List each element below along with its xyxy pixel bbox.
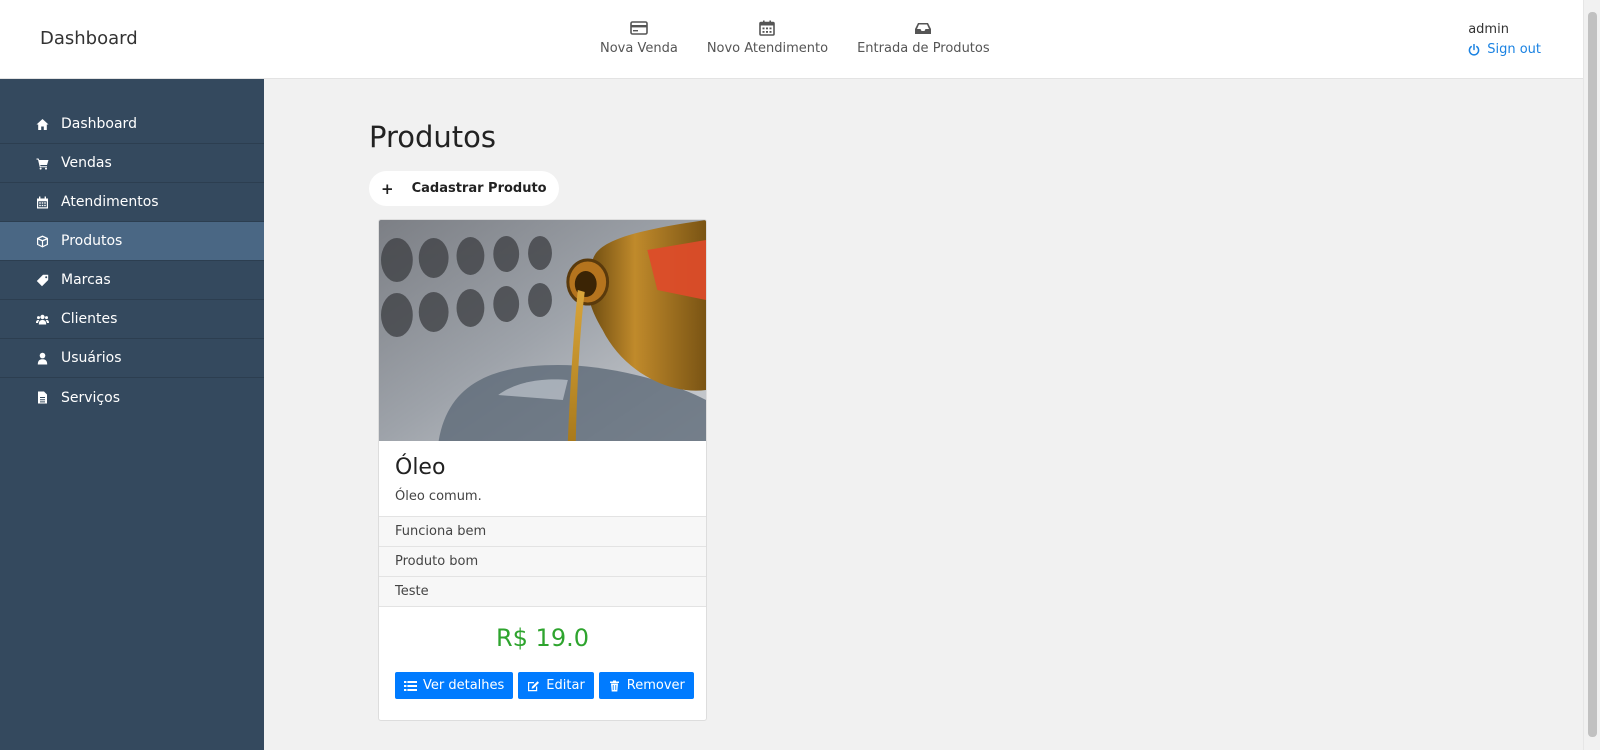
add-product-label: Cadastrar Produto	[411, 181, 547, 196]
user-icon	[37, 352, 48, 364]
sidebar-item-atendimentos[interactable]: Atendimentos	[0, 183, 264, 222]
product-actions: Ver detalhes Editar Remover	[379, 672, 706, 699]
product-card: Óleo Óleo comum. Funciona bem Produto bo…	[378, 219, 707, 721]
file-icon	[38, 391, 47, 404]
sidebar-item-label: Marcas	[61, 272, 111, 288]
quick-actions-nav: Nova Venda Novo Atendimento Entrada de P…	[600, 20, 1019, 56]
sidebar-item-label: Dashboard	[61, 116, 137, 132]
sidebar-item-label: Clientes	[61, 311, 118, 327]
product-name: Óleo	[395, 455, 446, 480]
product-feature: Produto bom	[379, 547, 706, 577]
home-icon	[36, 118, 49, 130]
nav-entrada-produtos[interactable]: Entrada de Produtos	[857, 20, 990, 56]
sidebar-item-label: Produtos	[61, 233, 123, 249]
user-menu: admin Sign out	[1468, 22, 1541, 57]
sidebar-item-dashboard[interactable]: Dashboard	[0, 105, 264, 144]
remove-label: Remover	[626, 678, 685, 693]
box-icon	[37, 235, 48, 247]
product-description: Óleo comum.	[395, 489, 482, 504]
sidebar-item-servicos[interactable]: Serviços	[0, 378, 264, 417]
sidebar-item-produtos[interactable]: Produtos	[0, 222, 264, 261]
product-price: R$ 19.0	[495, 624, 589, 652]
product-image	[379, 220, 706, 441]
sidebar-item-clientes[interactable]: Clientes	[0, 300, 264, 339]
main-content: Produtos + Cadastrar Produto Óleo Óleo c…	[264, 79, 1583, 750]
nav-nova-venda-label: Nova Venda	[600, 41, 678, 56]
calendar-icon	[37, 196, 48, 208]
page-scrollbar[interactable]	[1583, 0, 1600, 750]
users-icon	[36, 314, 49, 324]
remove-button[interactable]: Remover	[598, 672, 694, 699]
trash-icon	[609, 680, 619, 691]
top-navbar: Dashboard Nova Venda Novo Atendimento En…	[0, 0, 1583, 79]
sidebar: Dashboard Vendas Atendimentos Produtos M…	[0, 79, 264, 750]
inbox-icon	[915, 23, 932, 34]
sidebar-item-marcas[interactable]: Marcas	[0, 261, 264, 300]
scrollbar-thumb[interactable]	[1588, 12, 1597, 737]
view-details-label: Ver detalhes	[423, 678, 505, 693]
list-icon	[404, 680, 417, 691]
sidebar-item-vendas[interactable]: Vendas	[0, 144, 264, 183]
power-icon	[1468, 43, 1480, 56]
calendar-icon	[759, 20, 776, 36]
username: admin	[1468, 22, 1509, 37]
sign-out-label: Sign out	[1487, 42, 1541, 57]
nav-nova-venda[interactable]: Nova Venda	[600, 20, 678, 56]
sign-out-link[interactable]: Sign out	[1468, 42, 1541, 57]
sidebar-item-label: Usuários	[61, 350, 122, 366]
view-details-button[interactable]: Ver detalhes	[395, 672, 514, 699]
credit-card-icon	[630, 21, 648, 35]
cart-icon	[36, 158, 49, 170]
edit-icon	[528, 680, 540, 691]
nav-entrada-produtos-label: Entrada de Produtos	[857, 41, 990, 56]
brand-title[interactable]: Dashboard	[40, 28, 138, 49]
sidebar-item-label: Vendas	[61, 155, 112, 171]
product-card-body: Óleo Óleo comum.	[379, 441, 706, 517]
tag-icon	[36, 274, 49, 286]
nav-novo-atendimento[interactable]: Novo Atendimento	[707, 20, 828, 56]
sidebar-item-label: Atendimentos	[61, 194, 159, 210]
nav-novo-atendimento-label: Novo Atendimento	[706, 41, 829, 56]
add-product-button[interactable]: + Cadastrar Produto	[369, 171, 559, 206]
edit-button[interactable]: Editar	[518, 672, 594, 699]
page-title: Produtos	[369, 120, 497, 154]
plus-icon: +	[381, 179, 394, 198]
edit-label: Editar	[546, 678, 585, 693]
product-feature: Funciona bem	[379, 517, 706, 547]
product-feature: Teste	[379, 577, 706, 607]
sidebar-item-label: Serviços	[61, 389, 120, 406]
sidebar-item-usuarios[interactable]: Usuários	[0, 339, 264, 378]
